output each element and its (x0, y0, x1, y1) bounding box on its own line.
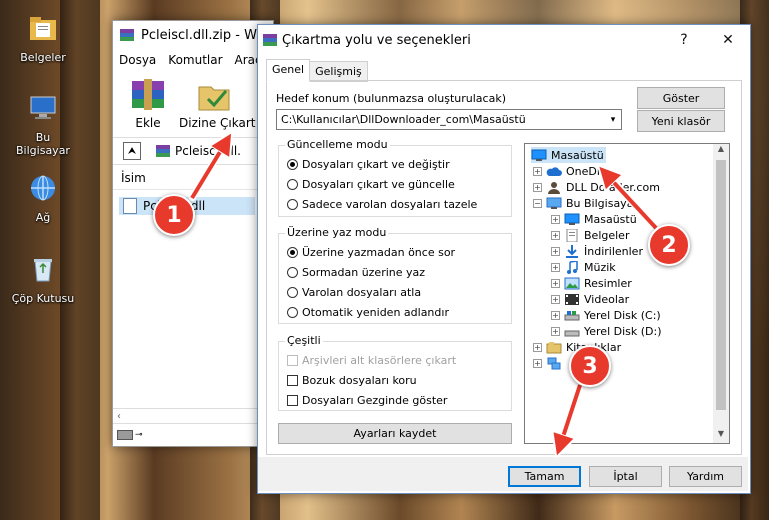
desktop-background: Belgeler Bu Bilgisayar Ağ Çöp Kutusu Pcl… (0, 0, 769, 520)
tab-general[interactable]: Genel (266, 59, 311, 82)
arrow-1 (190, 142, 226, 200)
callout-2: 2 (648, 224, 690, 266)
callout-3: 3 (569, 345, 611, 387)
callout-1: 1 (153, 194, 195, 236)
arrow-3 (560, 384, 582, 446)
arrow-2 (606, 174, 658, 230)
